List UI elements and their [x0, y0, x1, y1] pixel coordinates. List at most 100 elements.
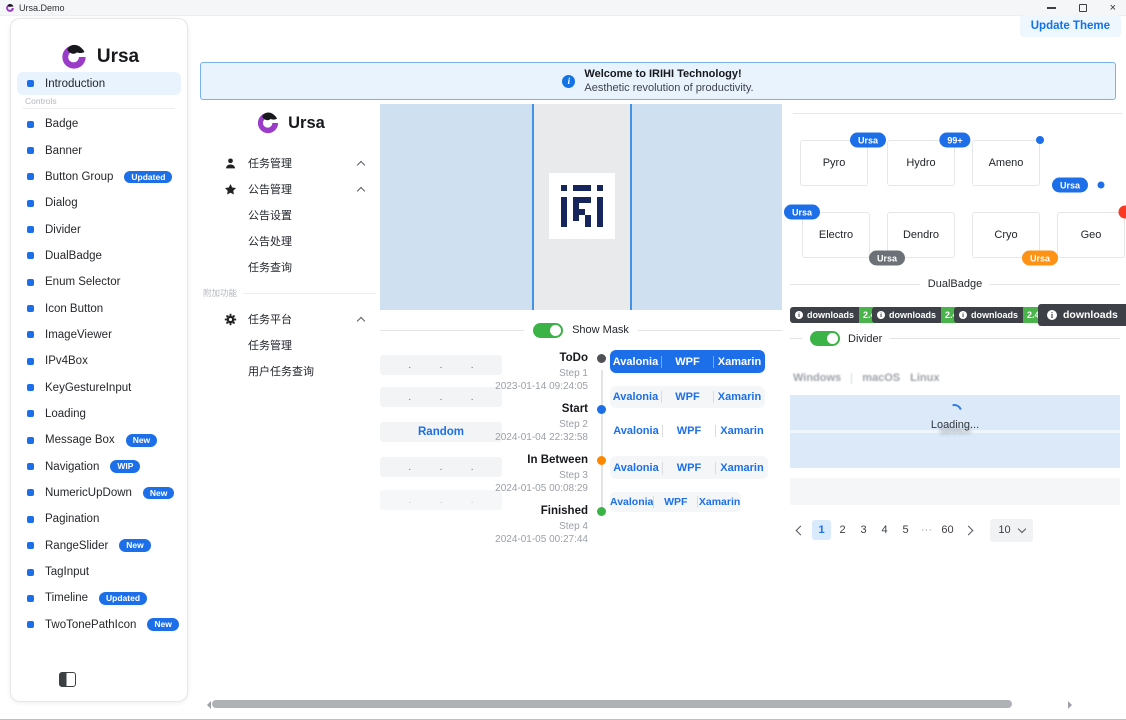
window-titlebar[interactable]: Ursa.Demo ×	[0, 0, 1126, 16]
sidebar-item-label: IPv4Box	[45, 355, 88, 367]
sidebar-item-ipv4box[interactable]: IPv4Box	[11, 348, 187, 374]
button-avalonia[interactable]: Avalonia	[610, 462, 662, 474]
page-button-4[interactable]: 4	[875, 520, 894, 540]
bullet-icon	[27, 410, 34, 417]
button-avalonia[interactable]: Avalonia	[610, 425, 662, 437]
page-button-2[interactable]: 2	[833, 520, 852, 540]
sidebar-item-taginput[interactable]: TagInput	[11, 559, 187, 585]
sidebar-item-introduction[interactable]: Introduction	[17, 72, 181, 95]
sidebar-item-navigation[interactable]: NavigationWIP	[11, 453, 187, 479]
badge-host-label: Ameno	[989, 157, 1024, 169]
mask-line-right[interactable]	[630, 104, 632, 310]
sidebar-item-banner[interactable]: Banner	[11, 137, 187, 163]
menu-item-任务管理[interactable]: 任务管理	[200, 332, 378, 358]
page-size-value: 10	[998, 524, 1010, 536]
mask-line-left[interactable]	[532, 104, 534, 310]
next-page-button[interactable]	[964, 525, 974, 535]
sidebar-item-enum-selector[interactable]: Enum Selector	[11, 269, 187, 295]
close-button[interactable]: ×	[1110, 3, 1116, 13]
menu-item-用户任务查询[interactable]: 用户任务查询	[200, 358, 378, 384]
image-viewer[interactable]	[380, 104, 782, 310]
right-panel: DualBadge Divider WindowsmacOSLinux Stre…	[790, 100, 1126, 620]
page-size-select[interactable]: 10	[990, 519, 1033, 542]
scroll-left-arrow[interactable]	[203, 701, 211, 709]
os-tabs: Windows macOS Linux	[793, 372, 939, 384]
window-title: Ursa.Demo	[19, 3, 65, 13]
bullet-icon	[27, 569, 34, 576]
button-xamarin[interactable]: Xamarin	[716, 462, 768, 474]
sidebar-item-loading[interactable]: Loading	[11, 401, 187, 427]
button-xamarin[interactable]: Xamarin	[716, 425, 768, 437]
bullet-icon	[27, 200, 34, 207]
tab-linux[interactable]: Linux	[910, 372, 939, 384]
button-wpf[interactable]: WPF	[654, 496, 697, 508]
divider-toggle[interactable]	[810, 331, 840, 346]
dualbadge-divider: DualBadge	[790, 277, 1120, 291]
sidebar-item-dualbadge[interactable]: DualBadge	[11, 243, 187, 269]
sidebar-item-badge[interactable]: Badge	[11, 111, 187, 137]
button-avalonia[interactable]: Avalonia	[610, 496, 653, 508]
button-wpf[interactable]: WPF	[662, 356, 713, 368]
sidebar-item-dialog[interactable]: Dialog	[11, 190, 187, 216]
sidebar-item-label: Message Box	[45, 434, 115, 446]
menu-item-公告处理[interactable]: 公告处理	[200, 228, 378, 254]
sidebar-item-keygestureinput[interactable]: KeyGestureInput	[11, 374, 187, 400]
button-avalonia[interactable]: Avalonia	[610, 391, 661, 403]
button-wpf[interactable]: WPF	[663, 462, 715, 474]
menu-item-任务平台[interactable]: 任务平台	[200, 306, 378, 332]
sidebar-item-button-group[interactable]: Button GroupUpdated	[11, 164, 187, 190]
sidebar-item-icon-button[interactable]: Icon Button	[11, 295, 187, 321]
timeline-dot	[597, 507, 606, 516]
restore-button[interactable]	[1079, 4, 1087, 12]
page-button-1[interactable]: 1	[812, 520, 831, 540]
badge-host-label: Dendro	[903, 229, 939, 241]
button-wpf[interactable]: WPF	[663, 425, 715, 437]
sidebar-collapse-icon[interactable]	[59, 672, 76, 687]
divider-demo-row: Divider	[790, 331, 1120, 346]
menu-item-公告设置[interactable]: 公告设置	[200, 202, 378, 228]
bullet-icon	[27, 331, 34, 338]
button-xamarin[interactable]: Xamarin	[714, 356, 765, 368]
tab-windows[interactable]: Windows	[793, 372, 841, 384]
menu-item-任务管理[interactable]: 任务管理	[200, 150, 378, 176]
page-button-60[interactable]: 60	[938, 520, 957, 540]
tab-macos[interactable]: macOS	[862, 372, 900, 384]
sidebar-item-label: Enum Selector	[45, 276, 120, 288]
sidebar-item-message-box[interactable]: Message BoxNew	[11, 427, 187, 453]
banner-title: Welcome to IRIHI Technology!	[584, 68, 753, 80]
page-button-3[interactable]: 3	[854, 520, 873, 540]
menu-item-公告管理[interactable]: 公告管理	[200, 176, 378, 202]
button-xamarin[interactable]: Xamarin	[698, 496, 741, 508]
timeline-step: Step 1	[470, 367, 588, 380]
button-xamarin[interactable]: Xamarin	[714, 391, 765, 403]
menu-item-任务查询[interactable]: 任务查询	[200, 254, 378, 280]
bullet-icon	[27, 305, 34, 312]
prev-page-button[interactable]	[796, 525, 806, 535]
sidebar-item-divider[interactable]: Divider	[11, 216, 187, 242]
sidebar-item-twotonepathicon[interactable]: TwoTonePathIconNew	[11, 612, 187, 638]
ursa-logo-icon	[59, 42, 89, 72]
badge-host-ameno: Ameno	[972, 140, 1040, 186]
scroll-right-arrow[interactable]	[1068, 701, 1076, 709]
sidebar-item-label: KeyGestureInput	[45, 382, 131, 394]
sidebar-item-imageviewer[interactable]: ImageViewer	[11, 322, 187, 348]
menu-item-label: 任务平台	[248, 311, 292, 327]
sidebar: Ursa Introduction Controls BadgeBannerBu…	[10, 18, 188, 702]
sidebar-item-rangeslider[interactable]: RangeSliderNew	[11, 533, 187, 559]
timeline-title: Start	[470, 403, 588, 416]
badge-dot	[1036, 136, 1044, 144]
badge-pill: Ursa	[850, 133, 886, 148]
timeline-dot	[597, 405, 606, 414]
sidebar-item-pagination[interactable]: Pagination	[11, 506, 187, 532]
sidebar-item-numericupdown[interactable]: NumericUpDownNew	[11, 480, 187, 506]
show-mask-toggle[interactable]	[533, 323, 563, 338]
horizontal-scrollbar-thumb[interactable]	[212, 700, 1012, 708]
user-icon	[224, 157, 237, 170]
minimize-button[interactable]	[1047, 7, 1056, 8]
app-window: Ursa.Demo × Ursa Introduction Controls B…	[0, 0, 1126, 720]
sidebar-item-timeline[interactable]: TimelineUpdated	[11, 585, 187, 611]
button-wpf[interactable]: WPF	[662, 391, 713, 403]
button-avalonia[interactable]: Avalonia	[610, 356, 661, 368]
update-theme-button[interactable]: Update Theme	[1020, 15, 1121, 37]
page-button-5[interactable]: 5	[896, 520, 915, 540]
